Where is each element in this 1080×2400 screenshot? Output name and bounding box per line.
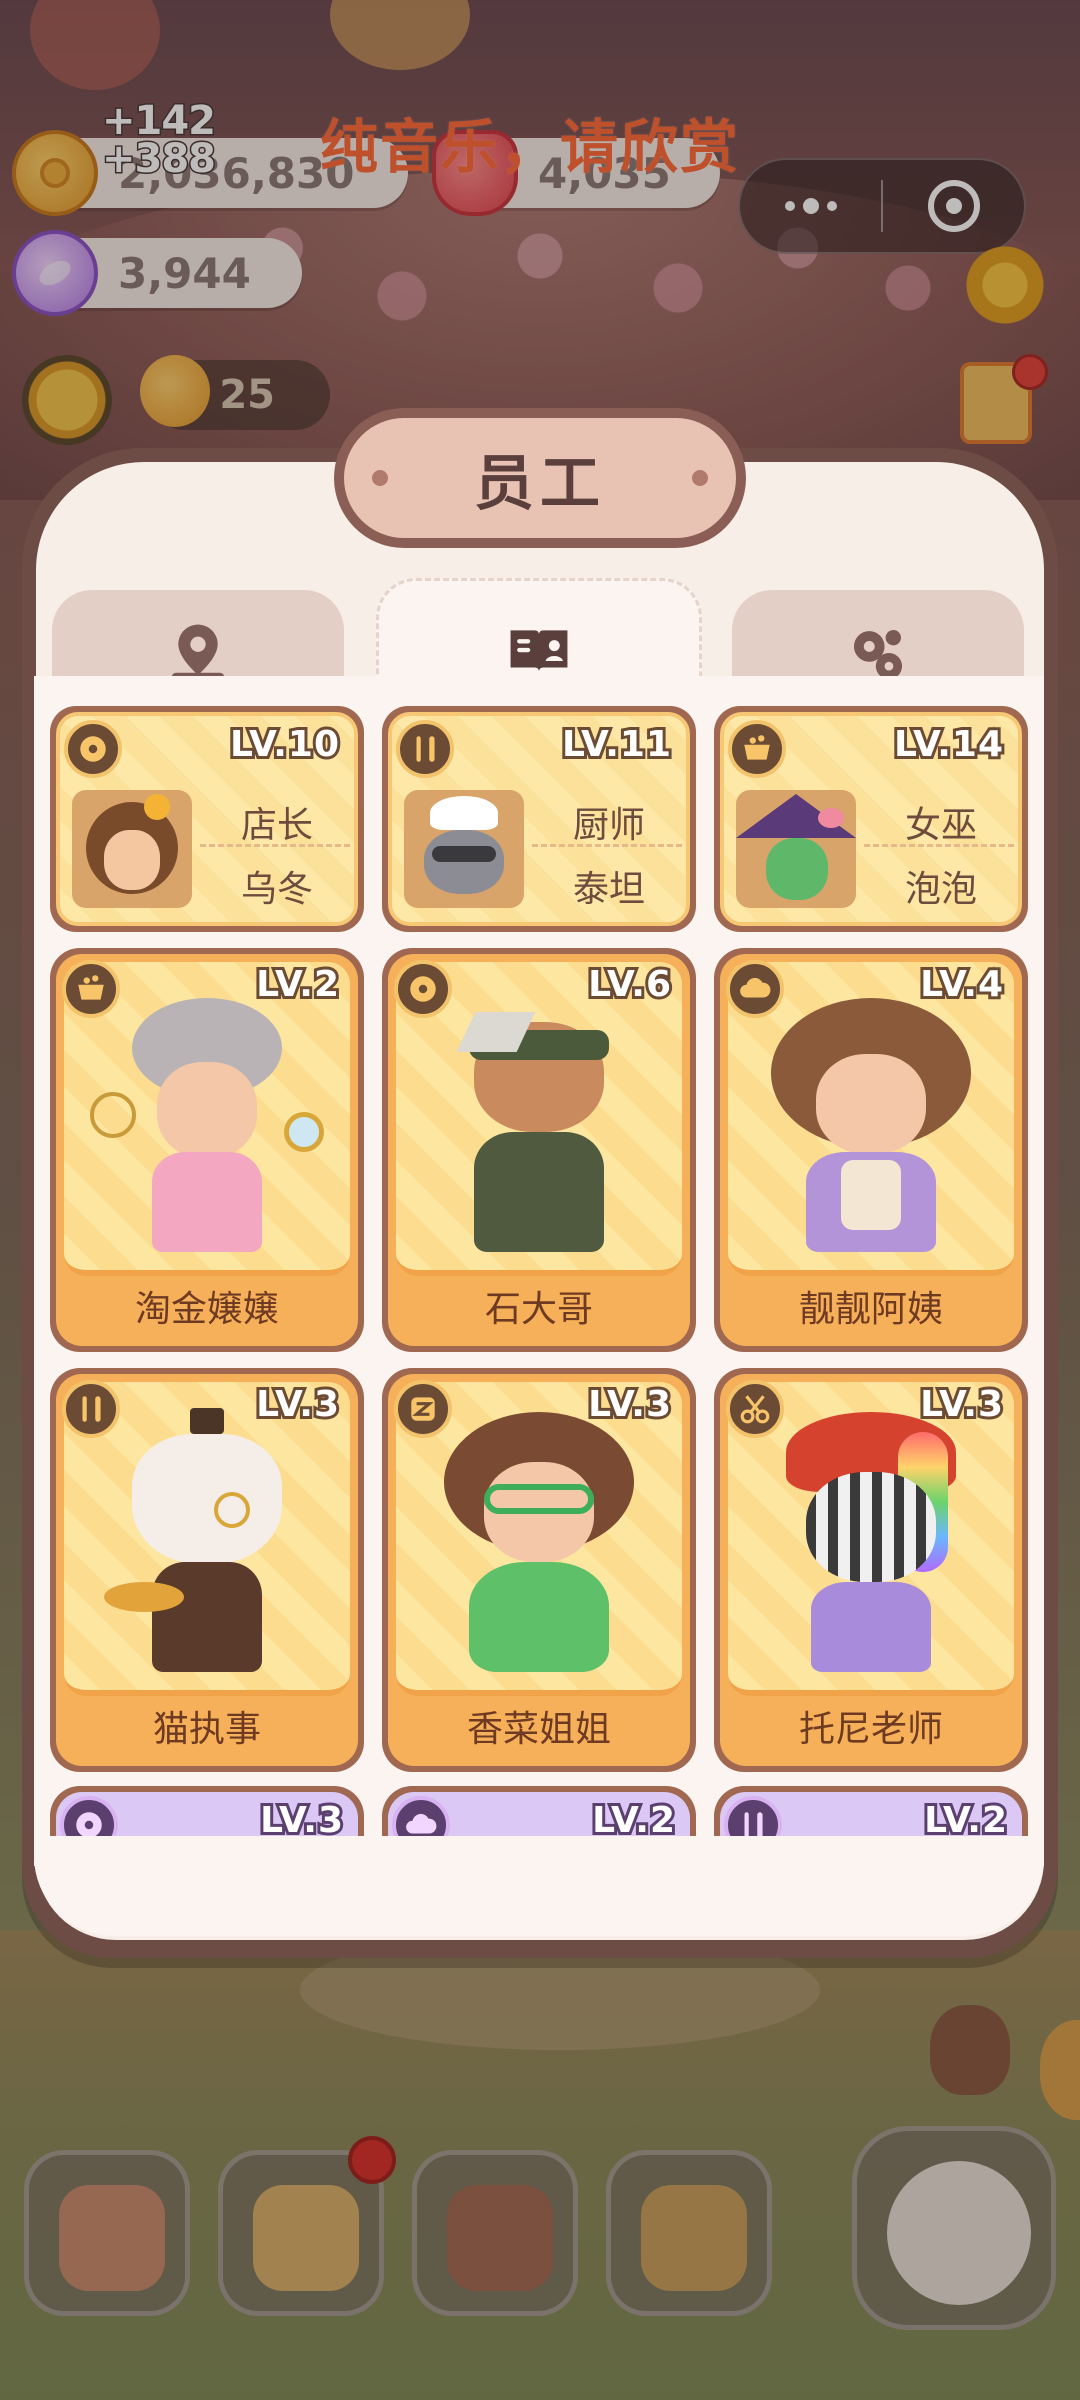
fork-knife-icon [396,720,454,778]
staff-card-partial[interactable]: LV.3 [50,1786,364,1836]
staff-level: LV.4 [917,961,1006,1008]
staff-portrait [404,790,524,908]
staff-name: 淘金嬢嬢 [134,1289,279,1330]
staff-card[interactable]: LV.3 猫执事 [50,1368,364,1772]
staff-card[interactable]: LV.3 托尼老师 [714,1368,1028,1772]
featured-staff-card[interactable]: LV.14 女巫 泡泡 [714,706,1028,932]
staff-level: LV.3 [257,1797,346,1836]
staff-level: LV.2 [921,1797,1010,1836]
donut-icon [394,960,452,1018]
divider [200,844,350,847]
staff-portrait [736,790,856,908]
staff-name: 泰坦 [572,869,645,910]
staff-portrait [72,790,192,908]
staff-level: LV.2 [589,1797,678,1836]
staff-name: 托尼老师 [798,1709,943,1750]
staff-card[interactable]: LV.3 香菜姐姐 [382,1368,696,1772]
donut-icon [60,1796,118,1836]
featured-staff-card[interactable]: LV.10 店长 乌冬 [50,706,364,932]
staff-name: 泡泡 [904,869,977,910]
staff-card[interactable]: LV.2 淘金嬢嬢 [50,948,364,1352]
cauldron-icon [728,720,786,778]
cloud-icon [392,1796,450,1836]
cloud-icon [726,960,784,1018]
fork-knife-icon [62,1380,120,1438]
open-book-icon [510,629,568,672]
staff-role: 厨师 [572,805,645,846]
staff-name: 香菜姐姐 [466,1709,611,1750]
cauldron-icon [62,960,120,1018]
staff-card[interactable]: LV.4 靓靓阿姨 [714,948,1028,1352]
staff-name: 石大哥 [484,1289,593,1330]
divider [864,844,1014,847]
fork-knife-icon [724,1796,782,1836]
staff-level: LV.11 [559,721,674,768]
staff-name: 乌冬 [240,869,313,910]
staff-level: LV.2 [253,961,342,1008]
staff-level: LV.3 [917,1381,1006,1428]
staff-role: 女巫 [904,805,977,846]
staff-card-partial[interactable]: LV.2 [382,1786,696,1836]
staff-name: 靓靓阿姨 [798,1289,943,1330]
panel-title: 员工 [344,418,736,538]
staff-role: 店长 [240,805,313,846]
scissors-icon [726,1380,784,1438]
staff-level: LV.3 [585,1381,674,1428]
staff-level: LV.10 [227,721,342,768]
staff-level: LV.3 [253,1381,342,1428]
staff-card[interactable]: LV.6 石大哥 [382,948,696,1352]
donut-icon [64,720,122,778]
z-badge-icon [394,1380,452,1438]
staff-level: LV.14 [891,721,1006,768]
divider [532,844,682,847]
staff-list[interactable]: LV.10 店长 乌冬 LV.11 厨师 泰坦 LV.14 女巫 泡泡 LV.2… [34,676,1044,1836]
panel-title-plate: 员工 [334,408,746,548]
staff-card-partial[interactable]: LV.2 [714,1786,1028,1836]
featured-staff-card[interactable]: LV.11 厨师 泰坦 [382,706,696,932]
staff-level: LV.6 [585,961,674,1008]
scroll-fade-edge [34,1836,1044,1866]
staff-name: 猫执事 [152,1709,261,1750]
